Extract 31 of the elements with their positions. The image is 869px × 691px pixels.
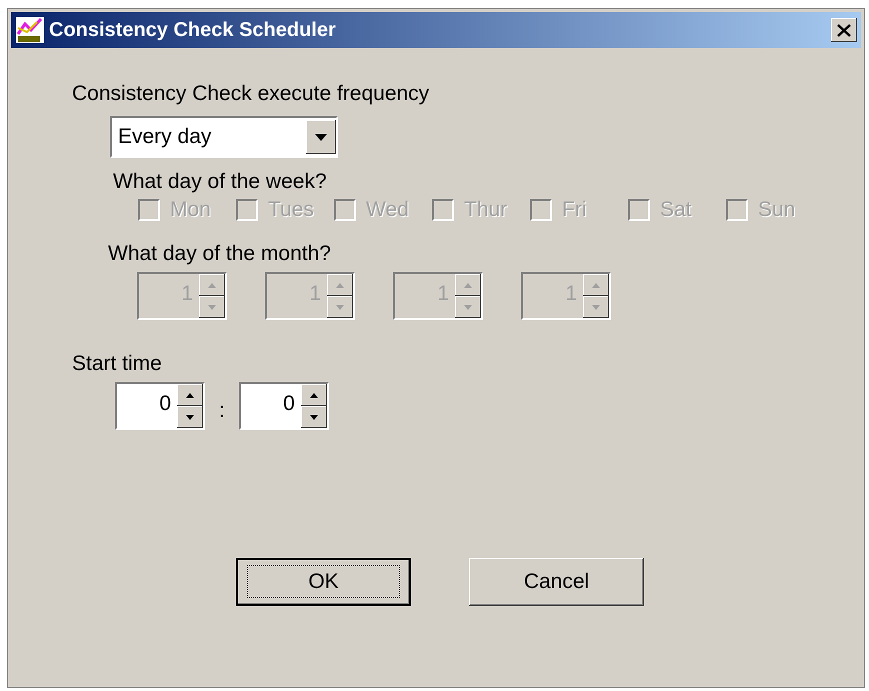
month-label: What day of the month? <box>108 242 332 266</box>
week-label: What day of the week? <box>113 170 328 194</box>
down-arrow-icon <box>186 414 194 420</box>
up-arrow-icon <box>186 392 194 398</box>
close-icon <box>837 24 851 36</box>
up-arrow-icon <box>592 282 600 288</box>
time-separator: : <box>219 398 225 423</box>
start-time-label: Start time <box>72 352 163 376</box>
dialog-button[interactable]: OK <box>236 558 411 606</box>
spin-up-button[interactable] <box>300 384 327 406</box>
down-arrow-icon <box>336 304 344 310</box>
down-arrow-icon <box>310 414 318 420</box>
down-arrow-icon <box>208 304 216 310</box>
spin-down-button[interactable] <box>300 406 327 428</box>
up-arrow-icon <box>336 282 344 288</box>
spin-up-button[interactable] <box>177 384 203 406</box>
down-arrow-icon <box>464 304 472 310</box>
down-arrow-icon <box>592 304 600 310</box>
close-button[interactable] <box>831 18 857 42</box>
up-arrow-icon <box>208 282 216 288</box>
frequency-dropdown[interactable]: Every day <box>110 116 338 158</box>
up-arrow-icon <box>464 282 472 288</box>
dialog-button[interactable]: Cancel <box>469 558 644 606</box>
spin-down-button[interactable] <box>177 406 203 428</box>
spinner-field[interactable]: 0 <box>115 382 205 430</box>
frequency-label: Consistency Check execute frequency <box>72 82 430 106</box>
up-arrow-icon <box>310 392 318 398</box>
window-title: Consistency Check Scheduler <box>49 18 337 42</box>
spinner-field[interactable]: 0 <box>238 382 329 430</box>
caret-icon <box>315 134 327 140</box>
chart-icon <box>15 16 45 44</box>
